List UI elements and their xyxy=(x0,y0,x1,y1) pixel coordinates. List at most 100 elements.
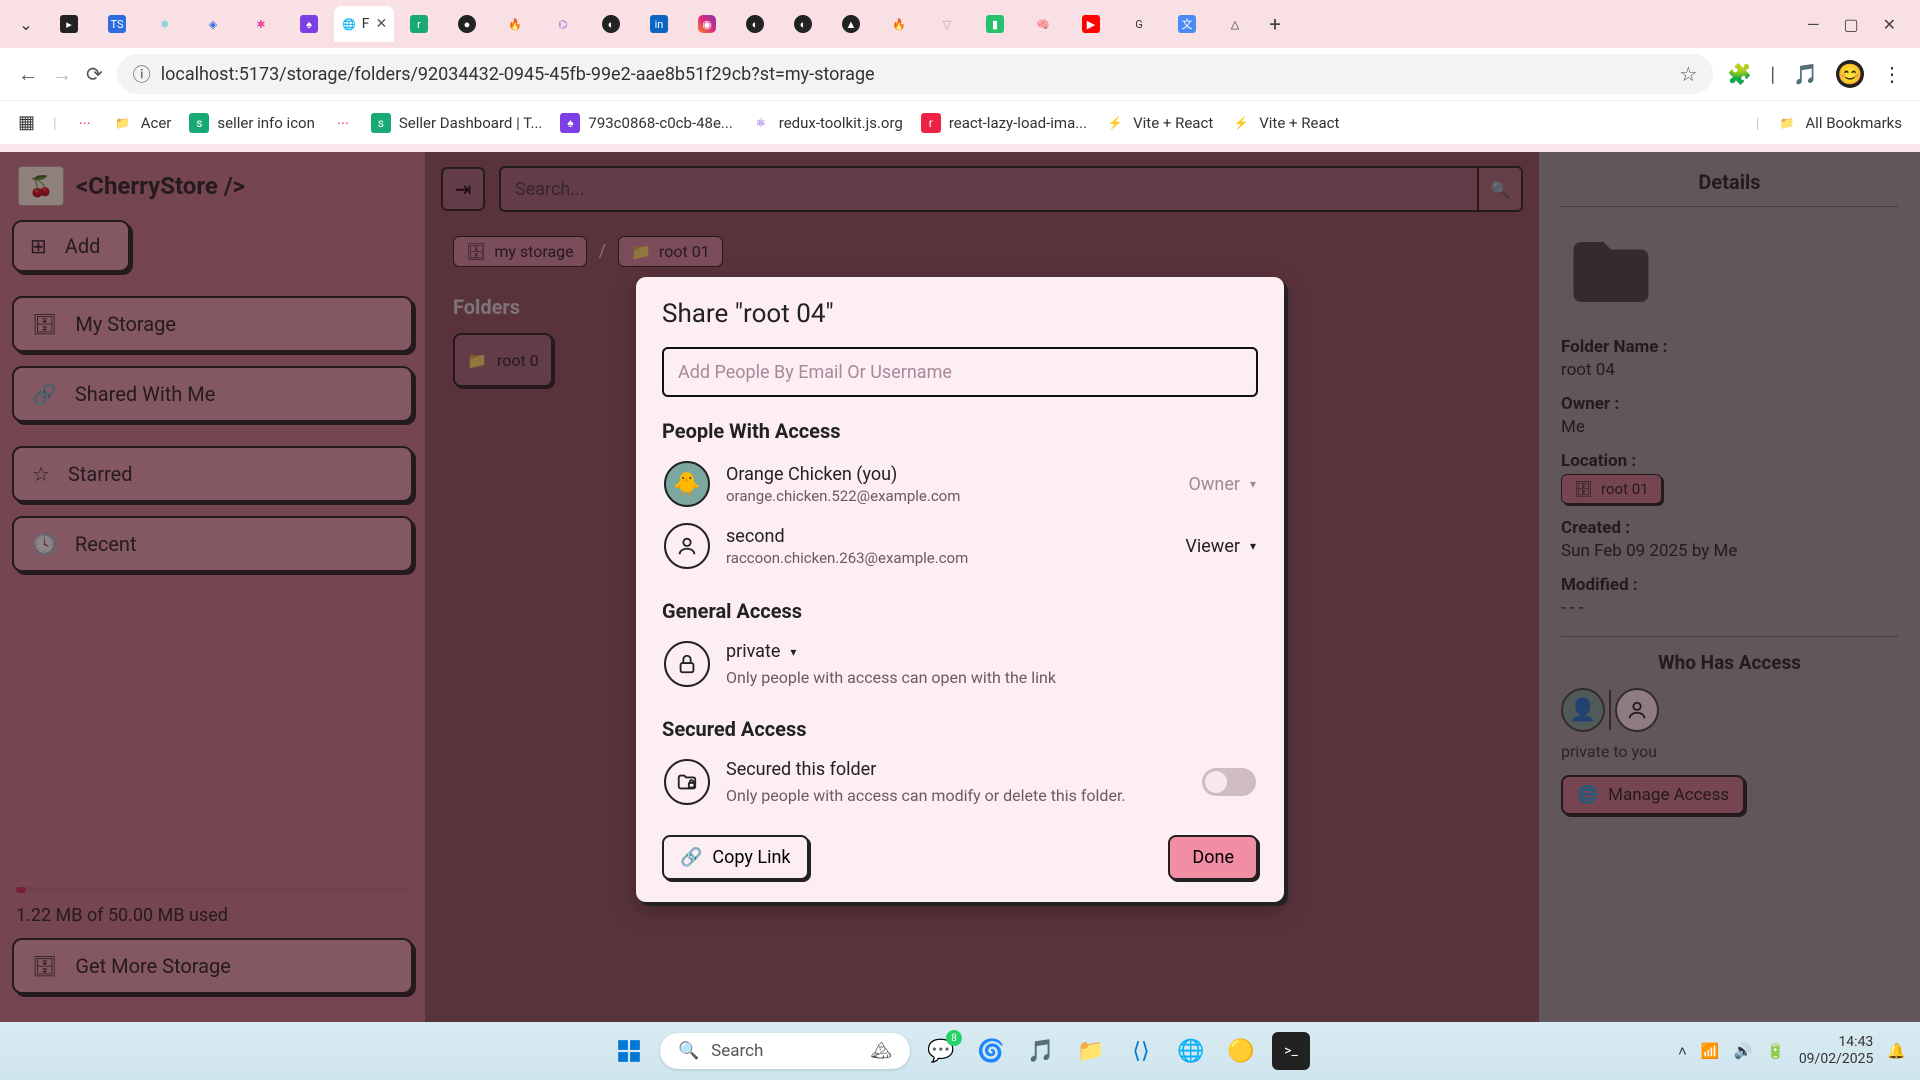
browser-tab[interactable]: ⌬ xyxy=(540,6,586,42)
url-input[interactable]: ⓘ localhost:5173/storage/folders/9203443… xyxy=(117,54,1714,94)
volume-icon[interactable]: 🔊 xyxy=(1733,1042,1752,1060)
close-icon[interactable]: ✕ xyxy=(375,16,387,32)
avatar: 🐥 xyxy=(664,461,710,507)
file-explorer-icon[interactable]: 📁 xyxy=(1072,1032,1110,1070)
secured-title: Secured this folder xyxy=(726,759,1186,780)
new-tab-button[interactable]: + xyxy=(1260,12,1290,36)
chrome-icon[interactable]: 🌐 xyxy=(1172,1032,1210,1070)
secured-toggle[interactable] xyxy=(1202,768,1256,796)
browser-tab-active[interactable]: 🌐F✕ xyxy=(334,6,394,42)
people-with-access-heading: People With Access xyxy=(662,419,1258,443)
browser-tab[interactable]: 🔥 xyxy=(492,6,538,42)
bookmark-item[interactable]: ♠793c0868-c0cb-48e... xyxy=(560,113,732,133)
minimize-icon[interactable]: — xyxy=(1807,15,1820,34)
secured-access-heading: Secured Access xyxy=(662,717,1258,741)
chevron-down-icon: ▾ xyxy=(790,645,796,659)
browser-tab[interactable]: ◐ xyxy=(732,6,778,42)
apps-icon[interactable]: ▦ xyxy=(18,112,35,133)
add-people-input[interactable] xyxy=(662,347,1258,397)
browser-tab[interactable]: ● xyxy=(444,6,490,42)
folder-lock-icon xyxy=(664,759,710,805)
bookmark-item[interactable]: ⚛redux-toolkit.js.org xyxy=(751,113,903,133)
person-row: 🐥 Orange Chicken (you) orange.chicken.52… xyxy=(662,453,1258,515)
copy-link-button[interactable]: 🔗Copy Link xyxy=(662,835,809,880)
close-window-icon[interactable]: ✕ xyxy=(1883,15,1896,34)
whatsapp-icon[interactable]: 💬8 xyxy=(922,1032,960,1070)
browser-tab[interactable]: 🧠 xyxy=(1020,6,1066,42)
avatar xyxy=(664,523,710,569)
role-selector[interactable]: Viewer▾ xyxy=(1185,536,1256,557)
start-button[interactable] xyxy=(610,1032,648,1070)
bookmark-star-icon[interactable]: ☆ xyxy=(1679,62,1697,86)
browser-tab[interactable]: ❄ xyxy=(142,6,188,42)
extensions-icon[interactable]: 🧩 xyxy=(1727,62,1752,86)
browser-tab[interactable]: ♠ xyxy=(286,6,332,42)
bookmark-item[interactable]: ⋯ xyxy=(333,113,353,133)
copilot-icon[interactable]: 🌀 xyxy=(972,1032,1010,1070)
role-selector[interactable]: Owner▾ xyxy=(1188,474,1256,495)
all-bookmarks[interactable]: |📁All Bookmarks xyxy=(1756,113,1902,133)
url-text: localhost:5173/storage/folders/92034432-… xyxy=(161,64,875,85)
bookmark-item[interactable]: 📁Acer xyxy=(113,113,172,133)
browser-tab[interactable]: ▮ xyxy=(972,6,1018,42)
share-dialog: Share "root 04" People With Access 🐥 Ora… xyxy=(636,277,1284,902)
browser-tab[interactable]: in xyxy=(636,6,682,42)
bookmark-item[interactable]: rreact-lazy-load-ima... xyxy=(921,113,1087,133)
bookmark-item[interactable]: ⚡Vite + React xyxy=(1105,113,1213,133)
dialog-title: Share "root 04" xyxy=(662,299,1258,329)
app-area: 🍒 <CherryStore /> ⊞ Add 🗄My Storage 🔗Sha… xyxy=(0,152,1920,1022)
browser-tab[interactable]: 文 xyxy=(1164,6,1210,42)
bookmark-item[interactable]: sSeller Dashboard | T... xyxy=(371,113,543,133)
general-access-mode[interactable]: private▾ xyxy=(726,641,1256,662)
person-row: second raccoon.chicken.263@example.com V… xyxy=(662,515,1258,577)
lock-icon xyxy=(664,641,710,687)
tiktok-icon[interactable]: 🎵 xyxy=(1022,1032,1060,1070)
browser-tab[interactable]: ◈ xyxy=(190,6,236,42)
back-button[interactable]: ← xyxy=(18,62,38,87)
taskbar-search[interactable]: 🔍Search🏔 xyxy=(660,1033,910,1069)
bookmark-item[interactable]: ⚡Vite + React xyxy=(1231,113,1339,133)
maximize-icon[interactable]: ▢ xyxy=(1843,15,1858,34)
secured-access-row: Secured this folder Only people with acc… xyxy=(662,751,1258,813)
bookmark-bar: ▦ | ⋯ 📁Acer sseller info icon ⋯ sSeller … xyxy=(0,100,1920,144)
browser-tab[interactable]: ◉ xyxy=(684,6,730,42)
reload-button[interactable]: ⟳ xyxy=(86,62,103,86)
browser-tab[interactable]: G xyxy=(1116,6,1162,42)
bookmark-item[interactable]: sseller info icon xyxy=(189,113,315,133)
browser-tab[interactable]: ▸ xyxy=(46,6,92,42)
browser-tab[interactable]: ▶ xyxy=(1068,6,1114,42)
notifications-icon[interactable]: 🔔 xyxy=(1887,1042,1906,1060)
wifi-icon[interactable]: 📶 xyxy=(1701,1042,1720,1060)
media-icon[interactable]: 🎵 xyxy=(1793,62,1818,86)
browser-tab[interactable]: ▲ xyxy=(828,6,874,42)
tab-strip: ⌄ ▸ TS ❄ ◈ ✱ ♠ 🌐F✕ r ● 🔥 ⌬ ◐ in ◉ ◐ ◐ ▲ … xyxy=(0,0,1920,48)
profile-avatar[interactable]: 😊 xyxy=(1836,60,1864,88)
tab-dropdown[interactable]: ⌄ xyxy=(8,15,44,34)
address-bar: ← → ⟳ ⓘ localhost:5173/storage/folders/9… xyxy=(0,48,1920,100)
browser-tab[interactable]: TS xyxy=(94,6,140,42)
browser-tab[interactable]: ✱ xyxy=(238,6,284,42)
general-access-desc: Only people with access can open with th… xyxy=(726,668,1256,687)
done-button[interactable]: Done xyxy=(1168,835,1258,880)
browser-tab[interactable]: 🔥 xyxy=(876,6,922,42)
tray-expand-icon[interactable]: ˄ xyxy=(1678,1042,1687,1060)
browser-tab[interactable]: ▽ xyxy=(924,6,970,42)
menu-icon[interactable]: ⋮ xyxy=(1882,62,1902,86)
vscode-icon[interactable]: ⟨⟩ xyxy=(1122,1032,1160,1070)
clock[interactable]: 14:43 09/02/2025 xyxy=(1799,1034,1874,1068)
general-access-heading: General Access xyxy=(662,599,1258,623)
browser-tab[interactable]: r xyxy=(396,6,442,42)
person-email: orange.chicken.522@example.com xyxy=(726,487,1172,505)
site-info-icon[interactable]: ⓘ xyxy=(133,61,151,87)
browser-chrome: ⌄ ▸ TS ❄ ◈ ✱ ♠ 🌐F✕ r ● 🔥 ⌬ ◐ in ◉ ◐ ◐ ▲ … xyxy=(0,0,1920,152)
bookmark-item[interactable]: ⋯ xyxy=(75,113,95,133)
person-email: raccoon.chicken.263@example.com xyxy=(726,549,1169,567)
chrome-canary-icon[interactable]: 🟡 xyxy=(1222,1032,1260,1070)
battery-icon[interactable]: 🔋 xyxy=(1766,1042,1785,1060)
browser-tab[interactable]: ◐ xyxy=(780,6,826,42)
browser-tab[interactable]: ◐ xyxy=(588,6,634,42)
terminal-icon[interactable]: >_ xyxy=(1272,1032,1310,1070)
browser-tab[interactable]: △ xyxy=(1212,6,1258,42)
secured-desc: Only people with access can modify or de… xyxy=(726,786,1186,805)
forward-button[interactable]: → xyxy=(52,62,72,87)
